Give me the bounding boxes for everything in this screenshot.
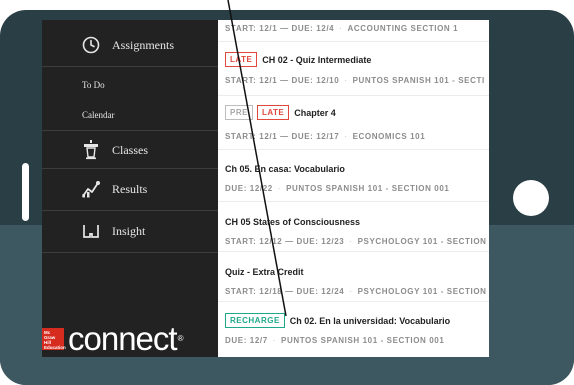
- assignment-course: PUNTOS SPANISH 101 - SECTION 001: [281, 336, 445, 345]
- sidebar-item-label: Insight: [112, 223, 146, 238]
- late-badge: LATE: [256, 105, 290, 120]
- tablet-side-button: [22, 163, 29, 221]
- assignment-course: PSYCHOLOGY 101 - SECTION: [357, 287, 487, 296]
- assignment-dates: START: 12/1 — DUE: 12/10: [225, 76, 340, 85]
- clock-icon: [76, 36, 106, 54]
- glasses-icon: [76, 222, 106, 240]
- assignment-meta: START: 12/1 — DUE: 12/4 · ACCOUNTING SECTI…: [225, 24, 459, 33]
- sidebar-item-calendar[interactable]: Calendar: [42, 110, 218, 120]
- recharge-badge: RECHARGE: [225, 313, 285, 328]
- assignment-list: START: 12/1 — DUE: 12/4 · ACCOUNTING SECTI…: [218, 20, 489, 357]
- assignment-dates: DUE: 12/22: [225, 184, 273, 193]
- assignment-dates: DUE: 12/7: [225, 336, 268, 345]
- sidebar-item-label: Results: [112, 181, 148, 196]
- assignment-title: Ch 02. En la universidad: Vocabulario: [289, 315, 451, 326]
- sidebar-divider: [42, 130, 218, 131]
- assignment-meta: DUE: 12/22 · PUNTOS SPANISH 101 - SECTION …: [225, 184, 450, 193]
- chart-line-icon: [76, 180, 106, 198]
- assignment-dates: START: 12/1 — DUE: 12/4: [225, 24, 335, 33]
- assignment-row[interactable]: PRE LATE Chapter 4 START: 12/1 — DUE: 12…: [218, 96, 489, 150]
- pre-badge: PRE: [225, 105, 253, 120]
- tablet-screen: Assignments To Do Calendar Classes Resul…: [42, 20, 489, 357]
- assignment-course: PUNTOS SPANISH 101 - SECTI: [352, 76, 485, 85]
- sidebar-divider: [42, 168, 218, 169]
- connect-logo: Mc Graw Hill Education connect®: [42, 320, 218, 357]
- sidebar-item-results[interactable]: Results: [42, 180, 218, 198]
- mcgraw-hill-logo: Mc Graw Hill Education: [42, 327, 66, 350]
- assignment-row[interactable]: RECHARGE Ch 02. En la universidad: Vocab…: [218, 302, 489, 357]
- logo-line: Education: [44, 344, 66, 350]
- assignment-dates: START: 12/12 — DUE: 12/23: [225, 237, 345, 246]
- assignment-meta: START: 12/1 — DUE: 12/17 · ECONOMICS 101: [225, 132, 426, 141]
- assignment-course: PSYCHOLOGY 101 - SECTION: [357, 237, 487, 246]
- wordmark-text: connect: [68, 319, 178, 357]
- sidebar-divider: [42, 252, 218, 253]
- assignment-course: ECONOMICS 101: [352, 132, 426, 141]
- sidebar-item-label: Calendar: [82, 110, 115, 120]
- sidebar-item-label: Classes: [112, 142, 148, 157]
- sidebar-item-label: Assignments: [112, 37, 175, 52]
- assignment-title: Chapter 4: [294, 107, 336, 118]
- assignment-meta: START: 12/1 — DUE: 12/10 · PUNTOS SPANISH …: [225, 76, 485, 85]
- assignment-dates: START: 12/18 — DUE: 12/24: [225, 287, 345, 296]
- assignment-row[interactable]: CH 05 States of Consciousness START: 12/…: [218, 202, 489, 252]
- podium-icon: [76, 140, 106, 160]
- assignment-meta: START: 12/12 — DUE: 12/23 · PSYCHOLOGY 101…: [225, 237, 487, 246]
- assignment-title: CH 02 - Quiz Intermediate: [262, 54, 372, 65]
- assignment-meta: DUE: 12/7 · PUNTOS SPANISH 101 - SECTION 0…: [225, 336, 445, 345]
- sidebar: Assignments To Do Calendar Classes Resul…: [42, 20, 218, 357]
- connect-wordmark: connect®: [68, 322, 184, 355]
- assignment-row[interactable]: LATE CH 02 - Quiz Intermediate START: 12…: [218, 42, 489, 96]
- assignment-title: Quiz - Extra Credit: [225, 267, 304, 277]
- assignment-meta: START: 12/18 — DUE: 12/24 · PSYCHOLOGY 101…: [225, 287, 487, 296]
- sidebar-item-assignments[interactable]: Assignments: [42, 36, 218, 54]
- late-badge: LATE: [225, 52, 258, 67]
- sidebar-divider: [42, 210, 218, 211]
- sidebar-item-label: To Do: [82, 80, 105, 90]
- sidebar-item-classes[interactable]: Classes: [42, 140, 218, 160]
- registered-mark: ®: [177, 333, 184, 343]
- assignment-title: CH 05 States of Consciousness: [225, 217, 361, 227]
- tablet-home-button: [513, 180, 549, 216]
- assignment-title: Ch 05. En casa: Vocabulario: [225, 164, 345, 174]
- sidebar-item-todo[interactable]: To Do: [42, 80, 218, 90]
- assignment-row[interactable]: Quiz - Extra Credit START: 12/18 — DUE: …: [218, 252, 489, 302]
- assignment-dates: START: 12/1 — DUE: 12/17: [225, 132, 340, 141]
- sidebar-divider: [42, 66, 218, 67]
- sidebar-item-insight[interactable]: Insight: [42, 222, 218, 240]
- assignment-row[interactable]: Ch 05. En casa: Vocabulario DUE: 12/22 · P…: [218, 150, 489, 202]
- assignment-course: PUNTOS SPANISH 101 - SECTION 001: [286, 184, 450, 193]
- assignment-row[interactable]: START: 12/1 — DUE: 12/4 · ACCOUNTING SECTI…: [218, 20, 489, 42]
- assignment-course: ACCOUNTING SECTION 1: [347, 24, 459, 33]
